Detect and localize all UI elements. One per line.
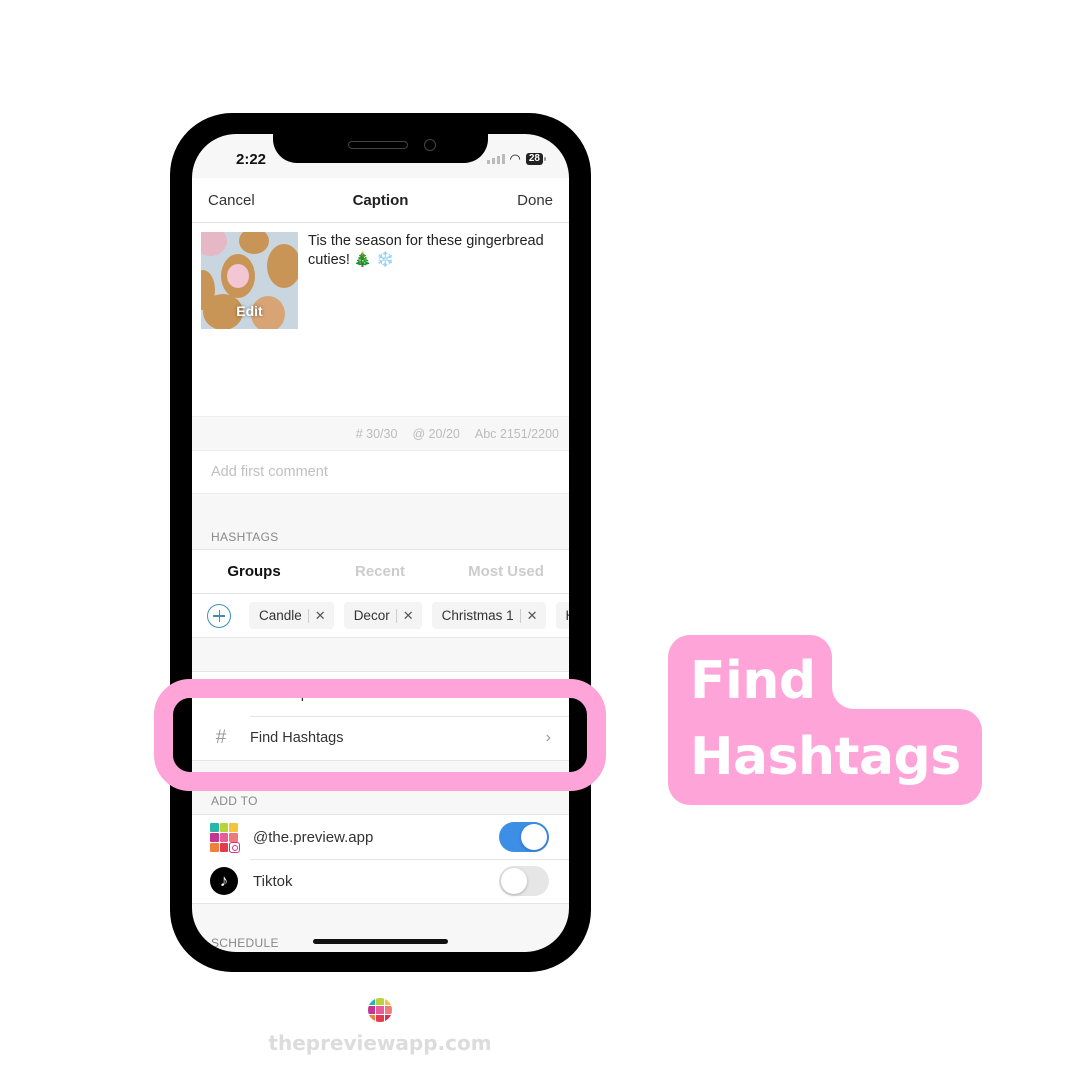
- chip-label: Christmas 1: [441, 608, 514, 623]
- mention-count: @ 20/20: [412, 426, 460, 441]
- done-button[interactable]: Done: [517, 192, 553, 209]
- status-time: 2:22: [236, 151, 267, 168]
- account-row: ♪ Tiktok: [192, 859, 569, 903]
- preview-app-icon: [210, 823, 240, 853]
- wifi-icon: ◠: [509, 151, 521, 166]
- tab-groups[interactable]: Groups: [192, 563, 316, 580]
- remove-icon[interactable]: ✕: [403, 608, 414, 624]
- add-group-button[interactable]: [207, 603, 231, 628]
- instagram-icon: [229, 842, 240, 853]
- hashtag-count: # 30/30: [355, 426, 398, 441]
- chip-label: Decor: [353, 608, 390, 623]
- hashtag-group-chip[interactable]: H: [555, 602, 569, 629]
- callout-line-1: Find: [690, 651, 816, 711]
- footer-url: thepreviewapp.com: [268, 1031, 492, 1055]
- hashtag-groups-list: Candle ✕ Decor ✕ Christmas 1 ✕ H: [192, 594, 569, 638]
- remove-icon[interactable]: ✕: [527, 608, 538, 624]
- schedule-section-label: SCHEDULE: [211, 936, 279, 950]
- hashtag-group-chip[interactable]: Candle ✕: [249, 602, 334, 629]
- add-to-list: @the.preview.app ♪ Tiktok: [192, 814, 569, 904]
- callout-line-2: Hashtags: [690, 727, 961, 787]
- app-screen: 2:22 ◠ 28 Cancel Caption Done Edit Tis t…: [192, 134, 569, 952]
- first-comment-input[interactable]: [211, 464, 569, 480]
- account-name: Tiktok: [253, 872, 293, 890]
- remove-icon[interactable]: ✕: [315, 608, 326, 624]
- tab-most-used[interactable]: Most Used: [444, 563, 568, 580]
- phone-notch: [273, 113, 488, 163]
- add-to-section-label: ADD TO: [211, 794, 258, 808]
- signal-icon: [486, 153, 505, 164]
- front-camera: [424, 139, 436, 151]
- account-row: @the.preview.app: [192, 815, 569, 859]
- first-comment-field[interactable]: [192, 450, 569, 494]
- hashtag-group-chip[interactable]: Christmas 1 ✕: [431, 602, 546, 629]
- tiktok-toggle[interactable]: [499, 866, 549, 896]
- account-name: @the.preview.app: [253, 828, 374, 846]
- hashtag-group-chip[interactable]: Decor ✕: [343, 602, 422, 629]
- cancel-button[interactable]: Cancel: [208, 192, 255, 209]
- preview-account-toggle[interactable]: [499, 822, 549, 852]
- character-count: Abc 2151/2200: [474, 426, 559, 441]
- speaker-grille: [348, 141, 408, 149]
- hashtags-section-label: HASHTAGS: [211, 530, 279, 544]
- post-thumbnail[interactable]: Edit: [201, 232, 298, 329]
- brand-logo-icon: [368, 998, 392, 1022]
- nav-bar: Cancel Caption Done: [192, 178, 569, 223]
- status-icons: ◠ 28: [486, 151, 547, 166]
- chip-label: Candle: [259, 608, 302, 623]
- caption-editor[interactable]: Edit Tis the season for these gingerbrea…: [192, 223, 569, 416]
- chip-label: H: [566, 608, 569, 623]
- hashtag-tabs: Groups Recent Most Used: [192, 549, 569, 594]
- caption-text[interactable]: Tis the season for these gingerbread cut…: [308, 232, 549, 270]
- highlight-outline: [154, 679, 606, 791]
- battery-icon: 28: [525, 152, 547, 165]
- caption-counters: # 30/30 @ 20/20 Abc 2151/2200: [192, 416, 569, 450]
- tiktok-icon: ♪: [210, 867, 238, 895]
- tab-recent[interactable]: Recent: [316, 563, 444, 580]
- home-indicator[interactable]: [313, 939, 448, 944]
- edit-thumbnail-label[interactable]: Edit: [201, 303, 298, 319]
